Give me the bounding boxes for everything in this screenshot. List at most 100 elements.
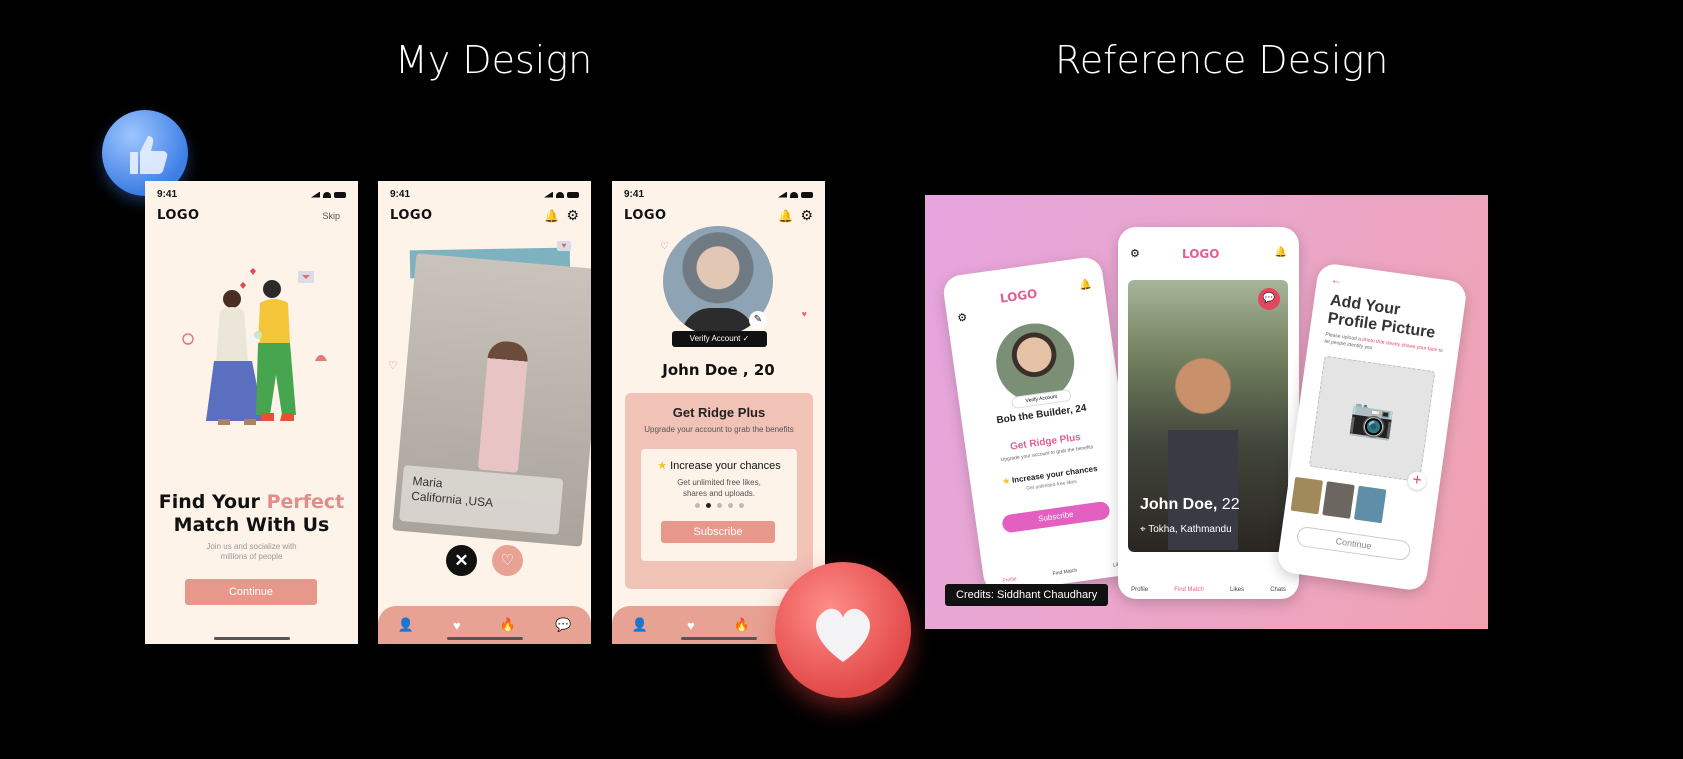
ref-chat-icon: 💬 — [1258, 288, 1280, 310]
onboarding-phone: 9:41 LOGO Skip Find Your Perfect Match W… — [145, 181, 358, 644]
ref-add-photo-icon: + — [1406, 470, 1428, 491]
heart-icon[interactable]: ♥ — [687, 618, 695, 633]
battery-icon — [334, 191, 346, 198]
gear-icon[interactable]: ⚙ — [800, 207, 813, 224]
reference-match-card: ⚙ LOGO 🔔 💬 John Doe, 22 ⌖ Tokha, Kathman… — [1118, 227, 1299, 599]
onboarding-title: Find Your Perfect Match With Us — [145, 491, 358, 537]
battery-icon — [801, 191, 813, 198]
continue-button[interactable]: Continue — [185, 579, 317, 605]
ref-subscribe-button: Subscribe — [1001, 500, 1111, 534]
couple-illustration — [182, 268, 327, 425]
app-logo: LOGO — [157, 208, 200, 223]
ref-nav-label: Profile — [1002, 576, 1018, 585]
onboarding-subtitle: Join us and socialize with millions of p… — [206, 542, 297, 561]
home-indicator — [680, 637, 757, 640]
decorative-heart-icon: ♥ — [801, 309, 807, 319]
subscribe-button[interactable]: Subscribe — [661, 521, 775, 543]
ref-nav-label: Find Match — [1174, 587, 1204, 593]
title-part: Match With Us — [173, 514, 330, 536]
ref-nav-label: Find Match — [1052, 567, 1078, 578]
check-icon: ✓ — [742, 334, 750, 343]
ref-match-location: ⌖ Tokha, Kathmandu — [1140, 524, 1232, 535]
carousel-dots — [641, 503, 797, 508]
card-heart-badge: ♥ — [557, 241, 571, 251]
skip-link[interactable]: Skip — [322, 211, 340, 221]
ref-logo: LOGO — [999, 286, 1039, 306]
swipe-phone: 9:41 LOGO 🔔 ⚙ Maria California ,USA ♥ ♡ … — [378, 181, 591, 644]
heart-icon[interactable]: ♥ — [453, 618, 461, 633]
carousel-dot[interactable] — [694, 503, 700, 508]
like-button[interactable]: ♡ — [492, 545, 523, 576]
person-icon[interactable]: 👤 — [632, 617, 648, 633]
carousel-dot[interactable] — [738, 503, 744, 508]
person-icon[interactable]: 👤 — [398, 617, 414, 633]
battery-icon — [567, 191, 579, 198]
title-highlight: Perfect — [266, 491, 345, 513]
decorative-heart-icon: ♡ — [660, 241, 669, 252]
carousel-dot[interactable] — [727, 503, 733, 508]
ref-logo: LOGO — [1182, 247, 1220, 261]
flame-icon[interactable]: 🔥 — [500, 617, 516, 633]
reference-image: ⚙ LOGO 🔔 Verify Account Bob the Builder,… — [925, 195, 1488, 629]
signal-icon — [544, 191, 553, 198]
status-bar: 9:41 — [390, 189, 579, 200]
signal-icon — [778, 191, 787, 198]
title-part: Find Your — [158, 491, 260, 513]
gear-icon: ⚙ — [956, 311, 969, 325]
verify-label: Verify Account — [689, 334, 741, 343]
feature-title-text: Increase your chances — [670, 460, 781, 472]
home-indicator — [446, 637, 523, 640]
location-pin-icon: ⌖ — [1140, 524, 1146, 535]
my-design-heading: My Design — [395, 38, 593, 82]
wifi-icon — [323, 191, 331, 198]
bell-icon: 🔔 — [1274, 247, 1287, 258]
ref-location-text: Tokha, Kathmandu — [1148, 524, 1232, 535]
app-logo: LOGO — [390, 208, 433, 223]
ref-bottom-nav: Profile Find Match Likes Chats — [1118, 587, 1299, 593]
status-time: 9:41 — [390, 189, 411, 200]
bell-icon[interactable]: 🔔 — [778, 209, 793, 223]
carousel-dot[interactable] — [716, 503, 722, 508]
ref-nav-label: Profile — [1131, 587, 1149, 593]
card-photo-person — [477, 339, 530, 473]
reference-profile-card: ⚙ LOGO 🔔 Verify Account Bob the Builder,… — [941, 255, 1145, 595]
ref-thumbnails — [1290, 476, 1387, 524]
bell-icon[interactable]: 🔔 — [544, 209, 559, 223]
status-bar: 9:41 — [157, 189, 346, 200]
wifi-icon — [556, 191, 564, 198]
ref-thumbnail — [1353, 485, 1387, 524]
back-arrow-icon: ← — [1330, 273, 1343, 288]
star-icon: ★ — [1002, 476, 1011, 487]
feature-title: ★ Increase your chances — [641, 459, 797, 472]
profile-card[interactable]: Maria California ,USA — [392, 253, 591, 547]
gear-icon: ⚙ — [1130, 248, 1140, 260]
ref-thumbnail — [1322, 481, 1355, 519]
ref-match-name: John Doe, 22 — [1140, 496, 1240, 514]
gear-icon[interactable]: ⚙ — [566, 207, 579, 224]
ref-thumbnail — [1290, 476, 1324, 515]
signal-icon — [311, 191, 320, 198]
carousel-dot[interactable] — [705, 503, 711, 508]
decorative-heart-icon: ♡ — [388, 360, 398, 372]
plus-panel: Get Ridge Plus Upgrade your account to g… — [625, 393, 813, 589]
flame-icon[interactable]: 🔥 — [734, 617, 750, 633]
feature-card: ★ Increase your chances Get unlimited fr… — [641, 449, 797, 561]
credits-label: Credits: Siddhant Chaudhary — [945, 584, 1109, 606]
home-indicator — [213, 637, 290, 640]
status-time: 9:41 — [157, 189, 178, 200]
ref-match-photo: 💬 John Doe, 22 ⌖ Tokha, Kathmandu — [1128, 280, 1288, 552]
star-icon: ★ — [657, 460, 668, 472]
reference-design-heading: Reference Design — [1055, 38, 1389, 82]
reference-upload-card: ← Add Your Profile Picture Please upload… — [1276, 262, 1468, 592]
edit-avatar-icon[interactable]: ✎ — [749, 311, 767, 329]
feature-desc: Get unlimited free likes, shares and upl… — [677, 478, 761, 498]
dislike-button[interactable]: ✕ — [446, 545, 477, 576]
profile-name: John Doe , 20 — [662, 361, 775, 379]
chat-icon[interactable]: 💬 — [555, 617, 571, 633]
ref-match-age: 22 — [1221, 496, 1240, 513]
verify-account-badge[interactable]: Verify Account ✓ — [672, 331, 767, 347]
status-bar: 9:41 — [624, 189, 813, 200]
card-info-box: Maria California ,USA — [399, 464, 564, 535]
ref-nav-label: Chats — [1270, 587, 1286, 593]
ref-continue-button: Continue — [1295, 525, 1412, 562]
